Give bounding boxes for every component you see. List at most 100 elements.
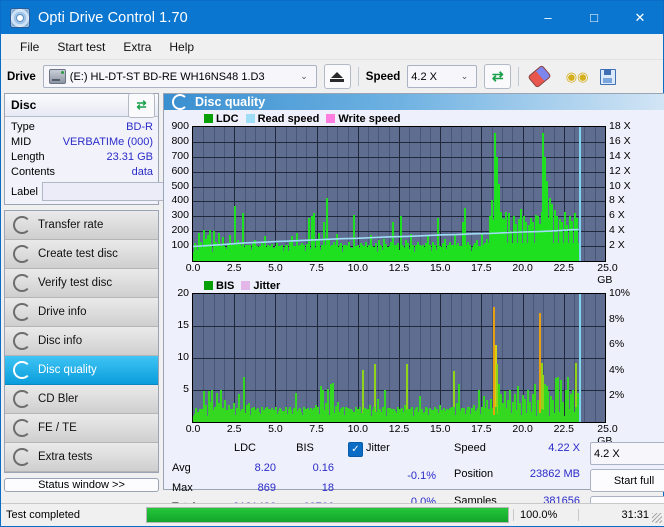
drive-select[interactable]: (E:) HL-DT-ST BD-RE WH16NS48 1.D3 ⌄ — [43, 65, 317, 88]
stats-avg-ldc: 8.20 — [214, 462, 276, 480]
y2-tick: 2% — [609, 389, 624, 401]
x-tick: 7.5 — [309, 423, 324, 435]
sidebar-item-label: Disc info — [38, 335, 82, 347]
sidebar-item-transfer-rate[interactable]: Transfer rate — [5, 211, 158, 240]
window-controls: – □ ✕ — [525, 1, 663, 34]
status-window-button[interactable]: Status window >> — [4, 478, 159, 492]
menu-extra[interactable]: Extra — [114, 37, 160, 57]
speed-select-value: 4.2 X — [411, 71, 437, 83]
chart1-plot — [192, 126, 606, 262]
menu-file[interactable]: File — [11, 37, 48, 57]
stats-max-bis: 18 — [276, 482, 334, 500]
erase-button[interactable] — [526, 64, 553, 89]
page-title: Disc quality — [195, 95, 265, 109]
chart2-x-axis: 0.0 2.5 5.0 7.5 10.0 12.5 15.0 17.5 20.0 22.5 25.0… — [192, 423, 606, 438]
x-tick: 2.5 — [227, 262, 242, 274]
chart1-legend: LDC Read speed Write speed — [164, 112, 664, 126]
speed-select[interactable]: 4.2 X ⌄ — [407, 65, 477, 88]
x-tick: 10.0 — [348, 423, 368, 435]
legend-item-jitter: Jitter — [241, 280, 280, 292]
test-speed-select[interactable]: 4.2 X ⌄ — [590, 442, 664, 465]
y-tick: 100 — [171, 239, 189, 251]
chart-ldc-readspeed: LDC Read speed Write speed 100 200 300 400 5… — [164, 110, 664, 277]
y2-tick: 6 X — [609, 209, 625, 221]
start-full-button[interactable]: Start full — [590, 469, 664, 492]
sidebar-item-label: FE / TE — [38, 422, 77, 434]
x-tick: 22.5 — [554, 423, 574, 435]
toolbar-divider-2 — [518, 67, 519, 86]
drive-toolbar: Drive (E:) HL-DT-ST BD-RE WH16NS48 1.D3 … — [1, 60, 663, 93]
y-tick: 300 — [171, 209, 189, 221]
y-tick: 800 — [171, 135, 189, 147]
coil-button[interactable]: ◉◉ — [560, 64, 587, 89]
sidebar-item-disc-info[interactable]: Disc info — [5, 327, 158, 356]
sidebar-item-label: Create test disc — [38, 248, 118, 260]
sidebar-item-disc-quality[interactable]: Disc quality — [5, 356, 158, 385]
y-tick: 700 — [171, 150, 189, 162]
speed-info-label: Speed — [454, 442, 514, 466]
x-tick: 17.5 — [471, 262, 491, 274]
save-button[interactable] — [594, 64, 621, 89]
stats-header-bis: BIS — [276, 442, 334, 460]
disc-icon — [13, 448, 31, 466]
close-button[interactable]: ✕ — [617, 1, 663, 34]
y2-tick: 14 X — [609, 150, 631, 162]
disc-icon — [13, 245, 31, 263]
eject-icon — [330, 71, 344, 82]
y2-tick: 10 X — [609, 180, 631, 192]
position-info-value: 23862 MB — [514, 468, 580, 492]
x-tick: 7.5 — [309, 262, 324, 274]
y2-tick: 4% — [609, 364, 624, 376]
chart2-plot — [192, 293, 606, 423]
sidebar-item-drive-info[interactable]: Drive info — [5, 298, 158, 327]
disc-row-value: BD-R — [126, 120, 153, 135]
refresh-button[interactable]: ⇄ — [484, 64, 511, 89]
chart2-legend: BIS Jitter — [164, 279, 664, 293]
window-title: Opti Drive Control 1.70 — [38, 10, 188, 26]
x-tick: 12.5 — [389, 262, 409, 274]
sidebar-item-create-test-disc[interactable]: Create test disc — [5, 240, 158, 269]
main-content: Disc ⇄ Type BD-R MID VERBATIMe (000) Len… — [1, 93, 663, 490]
stats-corner — [172, 442, 214, 460]
sidebar-item-extra-tests[interactable]: Extra tests — [5, 443, 158, 472]
x-tick: 5.0 — [268, 262, 283, 274]
jitter-checkbox[interactable]: ✓ — [348, 442, 363, 457]
chart2-y-axis: 5 10 15 20 — [164, 293, 192, 421]
minimize-button[interactable]: – — [525, 1, 571, 34]
y2-tick: 8 X — [609, 194, 625, 206]
chart-bis-jitter: BIS Jitter 5 10 15 20 2% 4% 6% 8% 10% 0.0 2.5 5.0… — [164, 277, 664, 438]
sidebar-item-fe-te[interactable]: FE / TE — [5, 414, 158, 443]
disc-row-value: data — [132, 165, 153, 180]
maximize-button[interactable]: □ — [571, 1, 617, 34]
x-tick: 15.0 — [430, 423, 450, 435]
resize-grip-icon[interactable] — [652, 513, 662, 523]
x-tick: 12.5 — [389, 423, 409, 435]
drive-select-value: (E:) HL-DT-ST BD-RE WH16NS48 1.D3 — [70, 71, 265, 83]
x-tick: 2.5 — [227, 423, 242, 435]
x-tick: 5.0 — [268, 423, 283, 435]
x-tick: 0.0 — [186, 262, 201, 274]
disc-info-rows: Type BD-R MID VERBATIMe (000) Length 23.… — [5, 117, 158, 204]
disc-label-key: Label — [11, 186, 38, 198]
y2-tick: 8% — [609, 313, 624, 325]
y-tick: 500 — [171, 180, 189, 192]
sidebar-item-verify-test-disc[interactable]: Verify test disc — [5, 269, 158, 298]
menu-help[interactable]: Help — [160, 37, 203, 57]
tab-disc-quality[interactable]: Disc quality — [164, 94, 664, 110]
eject-button[interactable] — [324, 64, 351, 89]
stats-row-label: Max — [172, 482, 214, 500]
status-text: Test completed — [1, 509, 146, 521]
legend-item-write-speed: Write speed — [326, 113, 400, 125]
chevron-down-icon: ⌄ — [456, 71, 474, 82]
refresh-icon: ⇄ — [134, 98, 149, 113]
disc-refresh-button[interactable]: ⇄ — [128, 93, 155, 118]
chart1-y-axis: 100 200 300 400 500 600 700 800 900 — [164, 126, 192, 260]
sidebar-item-label: Drive info — [38, 306, 87, 318]
sidebar-item-label: CD Bler — [38, 393, 78, 405]
sidebar-item-cd-bler[interactable]: CD Bler — [5, 385, 158, 414]
legend-item-read-speed: Read speed — [246, 113, 320, 125]
disc-icon — [13, 216, 31, 234]
disc-row-key: Length — [11, 150, 45, 165]
stats-header-ldc: LDC — [214, 442, 276, 460]
menu-start-test[interactable]: Start test — [48, 37, 114, 57]
